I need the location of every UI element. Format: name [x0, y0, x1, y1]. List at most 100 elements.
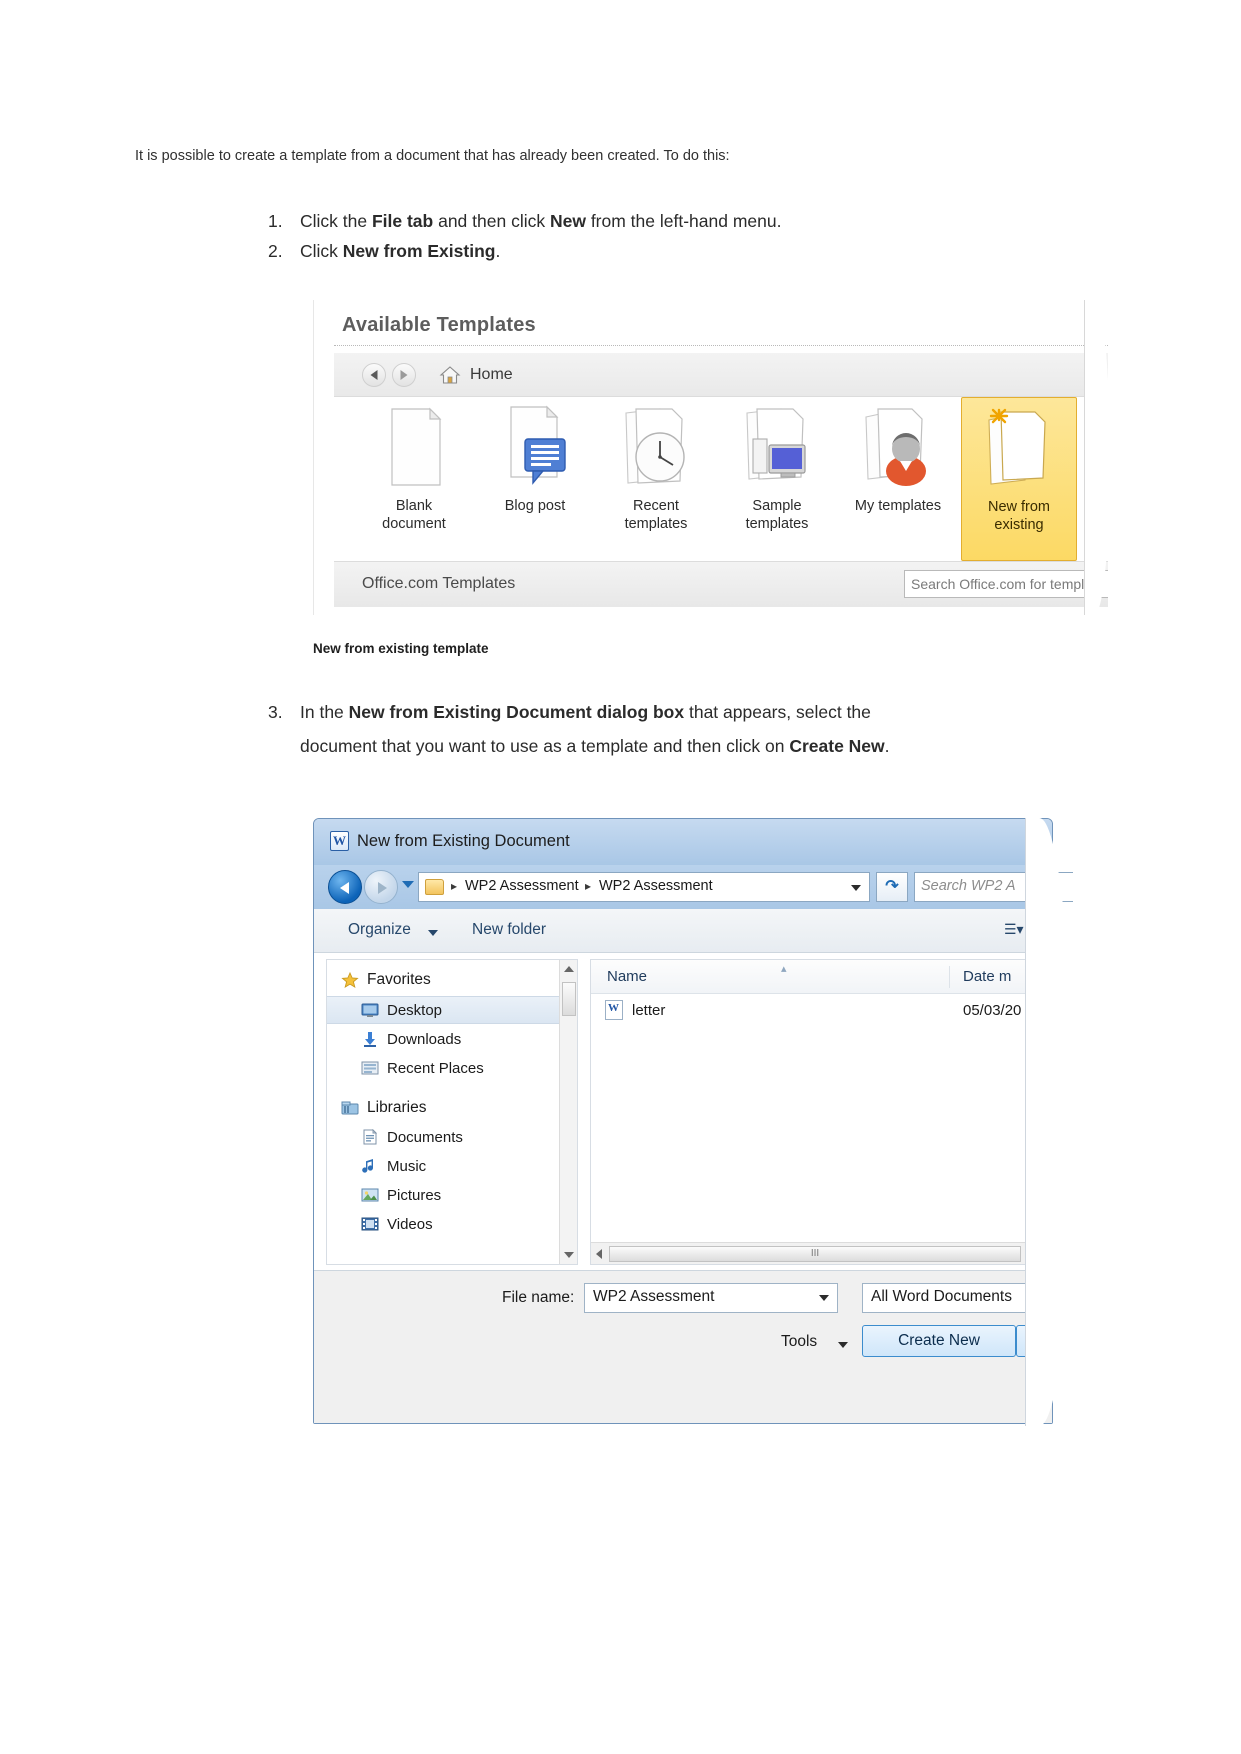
my-templates-icon: [862, 405, 934, 489]
office-search-input[interactable]: Search Office.com for templat: [904, 570, 1108, 598]
new-from-existing-icon: [983, 406, 1055, 490]
scrollbar-thumb[interactable]: III: [609, 1246, 1021, 1262]
blank-document-icon: [378, 405, 450, 489]
templates-navbar: Home: [334, 353, 1108, 397]
nav-item-documents[interactable]: Documents: [327, 1123, 559, 1151]
nav-item-label: Documents: [387, 1128, 463, 1146]
sample-templates-icon: [741, 405, 813, 489]
office-templates-label: Office.com Templates: [362, 575, 516, 592]
dialog-toolbar: Organize New folder ☰▾: [314, 909, 1052, 953]
forward-arrow-icon[interactable]: [392, 363, 416, 387]
dialog-footer: File name: WP2 Assessment All Word Docum…: [314, 1271, 1064, 1423]
nav-item-recent-places[interactable]: Recent Places: [327, 1054, 559, 1082]
desktop-icon: [361, 1002, 379, 1018]
chevron-down-icon[interactable]: [838, 1342, 848, 1348]
recent-places-icon: [361, 1060, 379, 1076]
nav-item-videos[interactable]: Videos: [327, 1210, 559, 1238]
tools-button[interactable]: Tools: [781, 1333, 817, 1351]
forward-button[interactable]: [364, 870, 398, 904]
breadcrumb-1[interactable]: WP2 Assessment: [465, 878, 579, 894]
template-tile-new-from-existing[interactable]: New from existing: [961, 397, 1077, 561]
template-tile-blank-document[interactable]: Blank document: [356, 397, 472, 561]
file-list-header: Name ▴ Date m: [591, 960, 1039, 994]
file-list-horizontal-scrollbar[interactable]: III: [591, 1242, 1039, 1264]
nav-item-favorites[interactable]: Favorites: [327, 966, 559, 994]
nav-item-label: Videos: [387, 1215, 433, 1233]
nav-pane-scrollbar[interactable]: [559, 960, 577, 1264]
template-tile-sample-templates[interactable]: Sample templates: [719, 397, 835, 561]
blog-post-icon: [499, 405, 571, 489]
nav-item-label: Recent Places: [387, 1059, 484, 1077]
templates-grid: Blank document Blog post Recent templates: [334, 397, 1108, 561]
organize-button[interactable]: Organize: [348, 921, 411, 939]
address-breadcrumb-box[interactable]: ▸ WP2 Assessment ▸ WP2 Assessment: [418, 872, 870, 902]
list-item: 2. Click New from Existing.: [268, 238, 968, 265]
file-name-input[interactable]: WP2 Assessment: [584, 1283, 838, 1313]
template-tile-recent-templates[interactable]: Recent templates: [598, 397, 714, 561]
history-dropdown-icon[interactable]: [402, 881, 414, 888]
column-header-date[interactable]: Date m: [963, 968, 1011, 985]
folder-icon: [425, 879, 444, 895]
breadcrumb-2[interactable]: WP2 Assessment: [599, 878, 713, 894]
template-tile-blog-post[interactable]: Blog post: [477, 397, 593, 561]
divider: [334, 345, 1108, 346]
view-options-icon[interactable]: ☰▾: [1004, 921, 1024, 938]
table-row[interactable]: letter 05/03/20: [591, 994, 1039, 1026]
chevron-down-icon[interactable]: [851, 885, 861, 891]
back-button[interactable]: [328, 870, 362, 904]
new-folder-button[interactable]: New folder: [472, 921, 546, 939]
list-item: 3. In the New from Existing Document dial…: [268, 696, 948, 763]
sort-ascending-icon: ▴: [781, 963, 787, 975]
navigation-pane: Favorites Desktop Downloads Recent Places Li…: [326, 959, 578, 1265]
column-divider[interactable]: [949, 966, 950, 988]
star-icon: [341, 971, 359, 988]
scroll-down-icon[interactable]: [564, 1252, 574, 1258]
nav-item-label: Downloads: [387, 1030, 462, 1048]
column-header-name[interactable]: Name: [607, 968, 647, 985]
template-tile-label: Blog post: [504, 498, 566, 514]
nav-item-libraries[interactable]: Libraries: [327, 1094, 559, 1122]
office-templates-footer: Office.com Templates Search Office.com f…: [334, 561, 1108, 607]
chevron-down-icon[interactable]: [819, 1295, 829, 1301]
scrollbar-thumb[interactable]: [562, 982, 576, 1016]
scroll-up-icon[interactable]: [564, 966, 574, 972]
file-name-value: WP2 Assessment: [593, 1288, 715, 1305]
file-name-cell[interactable]: letter: [632, 1002, 665, 1019]
scroll-left-icon[interactable]: [596, 1249, 602, 1259]
template-tile-label: Recent templates: [624, 498, 688, 533]
nav-item-label: Favorites: [367, 971, 431, 988]
back-arrow-icon[interactable]: [362, 363, 386, 387]
create-new-dropdown-button[interactable]: [1016, 1325, 1044, 1357]
file-name-label: File name:: [502, 1289, 575, 1306]
template-tile-my-templates[interactable]: My templates: [840, 397, 956, 561]
nav-item-music[interactable]: Music: [327, 1152, 559, 1180]
home-breadcrumb-label[interactable]: Home: [470, 366, 513, 384]
intro-paragraph: It is possible to create a template from…: [135, 148, 730, 164]
template-tile-label: My templates: [854, 498, 942, 514]
available-templates-title: Available Templates: [342, 314, 536, 336]
documents-icon: [361, 1128, 379, 1145]
available-templates-screenshot: Available Templates Home Blankdocument: [313, 300, 1108, 615]
nav-item-pictures[interactable]: Pictures: [327, 1181, 559, 1209]
template-tile-label: New from existing: [987, 499, 1051, 534]
list-item-text: Click New from Existing.: [300, 241, 501, 262]
breadcrumb-separator: ▸: [451, 879, 458, 893]
new-from-existing-dialog-screenshot: W New from Existing Document ▸ WP2 Asses…: [313, 818, 1073, 1426]
pictures-icon: [361, 1187, 379, 1203]
create-new-button[interactable]: Create New: [862, 1325, 1016, 1357]
nav-item-downloads[interactable]: Downloads: [327, 1025, 559, 1053]
open-file-dialog: W New from Existing Document ▸ WP2 Asses…: [313, 818, 1073, 1424]
downloads-icon: [361, 1031, 379, 1047]
dialog-search-input[interactable]: Search WP2 A: [914, 872, 1073, 902]
list-item-text: In the New from Existing Document dialog…: [300, 702, 890, 756]
file-date-cell: 05/03/20: [963, 1001, 1022, 1019]
recent-templates-icon: [620, 405, 692, 489]
chevron-down-icon[interactable]: [428, 930, 438, 936]
breadcrumb-separator-2: ▸: [585, 879, 592, 893]
refresh-icon[interactable]: ↷: [876, 872, 908, 902]
file-type-select[interactable]: All Word Documents: [862, 1283, 1064, 1313]
nav-item-label: Pictures: [387, 1186, 442, 1204]
nav-item-desktop[interactable]: Desktop: [327, 996, 559, 1024]
step-list-2: 3. In the New from Existing Document dial…: [268, 696, 948, 766]
list-marker: 2.: [268, 241, 283, 262]
